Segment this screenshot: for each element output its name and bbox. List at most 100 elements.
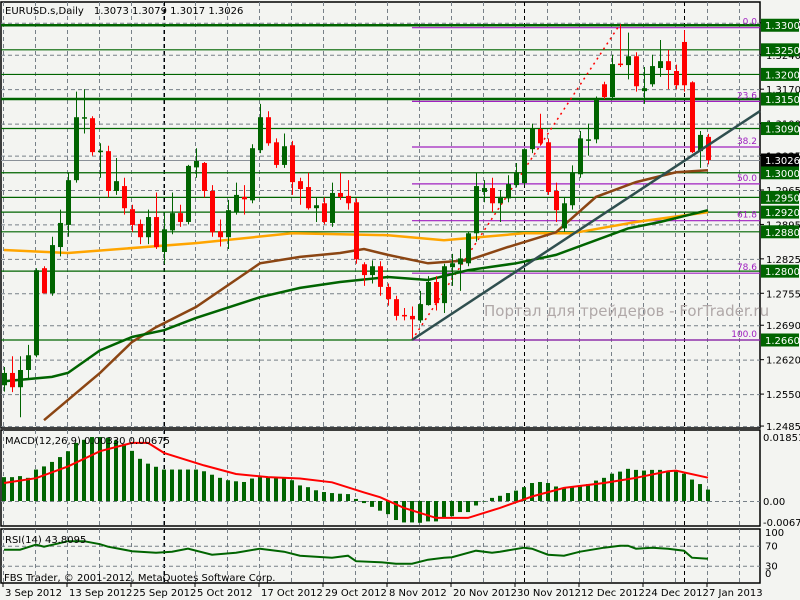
candle-bear (410, 315, 415, 320)
macd-histogram-bar (442, 501, 446, 519)
candle-bull (194, 160, 199, 168)
macd-histogram-bar (186, 469, 190, 501)
price-tick-label: 1.2755 (766, 289, 800, 300)
candle-bull (226, 210, 231, 238)
candle-bull (170, 213, 175, 231)
macd-histogram-bar (162, 469, 166, 501)
candle-bull (146, 217, 151, 238)
macd-histogram-bar (562, 487, 566, 501)
macd-histogram-bar (322, 492, 326, 501)
candle-bull (498, 196, 503, 204)
price-tick-label: 1.2620 (766, 356, 800, 367)
candle-bear (178, 213, 183, 222)
macd-histogram-bar (466, 501, 470, 513)
candle-bear (242, 196, 247, 200)
candle-bull (2, 372, 7, 386)
level-price-label: 1.2880 (765, 228, 800, 239)
candle-bull (234, 194, 239, 213)
candle-bull (506, 184, 511, 199)
watermark: Портал для трейдеров - ForTrader.ru (484, 302, 769, 320)
candle-bear (210, 190, 215, 233)
candle-bull (626, 56, 631, 66)
ohlc-label: 1.3073 1.3079 1.3017 1.3026 (94, 6, 244, 17)
main-panel (0, 1, 761, 429)
candle-bear (394, 299, 399, 316)
candle-bull (282, 146, 287, 165)
candle-bear (298, 181, 303, 190)
candle-bull (74, 117, 79, 181)
macd-histogram-bar (386, 501, 390, 515)
macd-histogram-bar (282, 477, 286, 501)
candle-bull (58, 222, 63, 248)
macd-histogram-bar (146, 463, 150, 501)
candle-bear (106, 151, 111, 191)
candle-bull (562, 203, 567, 229)
candle-bear (538, 129, 543, 144)
candle-bear (362, 264, 367, 276)
level-price-label: 1.3250 (765, 46, 800, 57)
chart-window: 0.023.638.250.061.878.6100.0 1.33051.324… (0, 0, 800, 600)
date-label: 13 Sep 2012 (69, 588, 132, 599)
macd-histogram-bar (530, 483, 534, 501)
rsi-tick-label: 0 (765, 569, 771, 580)
candle-bull (250, 148, 255, 201)
candle-bear (218, 231, 223, 238)
candle-bull (18, 369, 23, 388)
candle-bull (594, 99, 599, 140)
candle-bull (466, 233, 471, 264)
candle-bear (378, 266, 383, 287)
price-tick-label: 1.2825 (766, 255, 800, 266)
macd-histogram-bar (338, 493, 342, 501)
candle-bull (82, 117, 87, 119)
chart-canvas[interactable]: 0.023.638.250.061.878.6100.0 1.33051.324… (0, 0, 800, 600)
macd-histogram-bar (66, 451, 70, 501)
candle-bull (450, 263, 455, 268)
macd-histogram-bar (74, 442, 78, 501)
candle-bear (690, 82, 695, 153)
candle-bull (258, 117, 263, 151)
macd-histogram-bar (106, 437, 110, 501)
macd-histogram-bar (474, 501, 478, 506)
date-label: 5 Oct 2012 (197, 588, 252, 599)
macd-histogram-bar (242, 481, 246, 501)
macd-histogram-bar (634, 469, 638, 501)
candle-bear (306, 187, 311, 209)
candle-bear (322, 203, 327, 222)
candle-bull (442, 266, 447, 304)
candle-bear (546, 142, 551, 192)
candle-bear (138, 223, 143, 238)
fib-level-label: 50.0 (737, 174, 757, 184)
candle-bull (658, 61, 663, 69)
macd-histogram-bar (274, 477, 278, 501)
macd-histogram-bar (130, 450, 134, 501)
level-price-label: 1.2800 (765, 267, 800, 278)
candle-bear (602, 84, 607, 98)
price-tick-label: 1.2690 (766, 321, 800, 332)
macd-histogram-bar (258, 477, 262, 501)
date-label: 30 Nov 2012 (517, 588, 581, 599)
candle-bull (458, 258, 463, 265)
candle-bear (618, 63, 623, 66)
candle-bull (186, 165, 191, 222)
candle-bear (554, 190, 559, 211)
macd-histogram-bar (586, 484, 590, 501)
macd-histogram-bar (34, 469, 38, 501)
macd-histogram-bar (450, 501, 454, 517)
macd-tick-label: 0.00 (763, 497, 785, 508)
candle-bull (26, 355, 31, 370)
candle-bull (522, 149, 527, 184)
candle-bull (570, 172, 575, 206)
rsi-tick-label: 70 (765, 542, 778, 553)
macd-histogram-bar (570, 487, 574, 501)
candle-bull (34, 270, 39, 356)
candle-bull (50, 245, 55, 294)
macd-histogram-bar (306, 487, 310, 501)
fib-level-label: 0.0 (743, 18, 758, 28)
macd-histogram-bar (2, 477, 6, 501)
macd-histogram-bar (402, 501, 406, 523)
copyright: FBS Trader, © 2001-2012, MetaQuotes Soft… (4, 573, 275, 584)
macd-histogram-bar (610, 473, 614, 501)
candle-bull (530, 129, 535, 150)
date-label: 24 Dec 2012 (645, 588, 709, 599)
macd-histogram-bar (354, 498, 358, 501)
